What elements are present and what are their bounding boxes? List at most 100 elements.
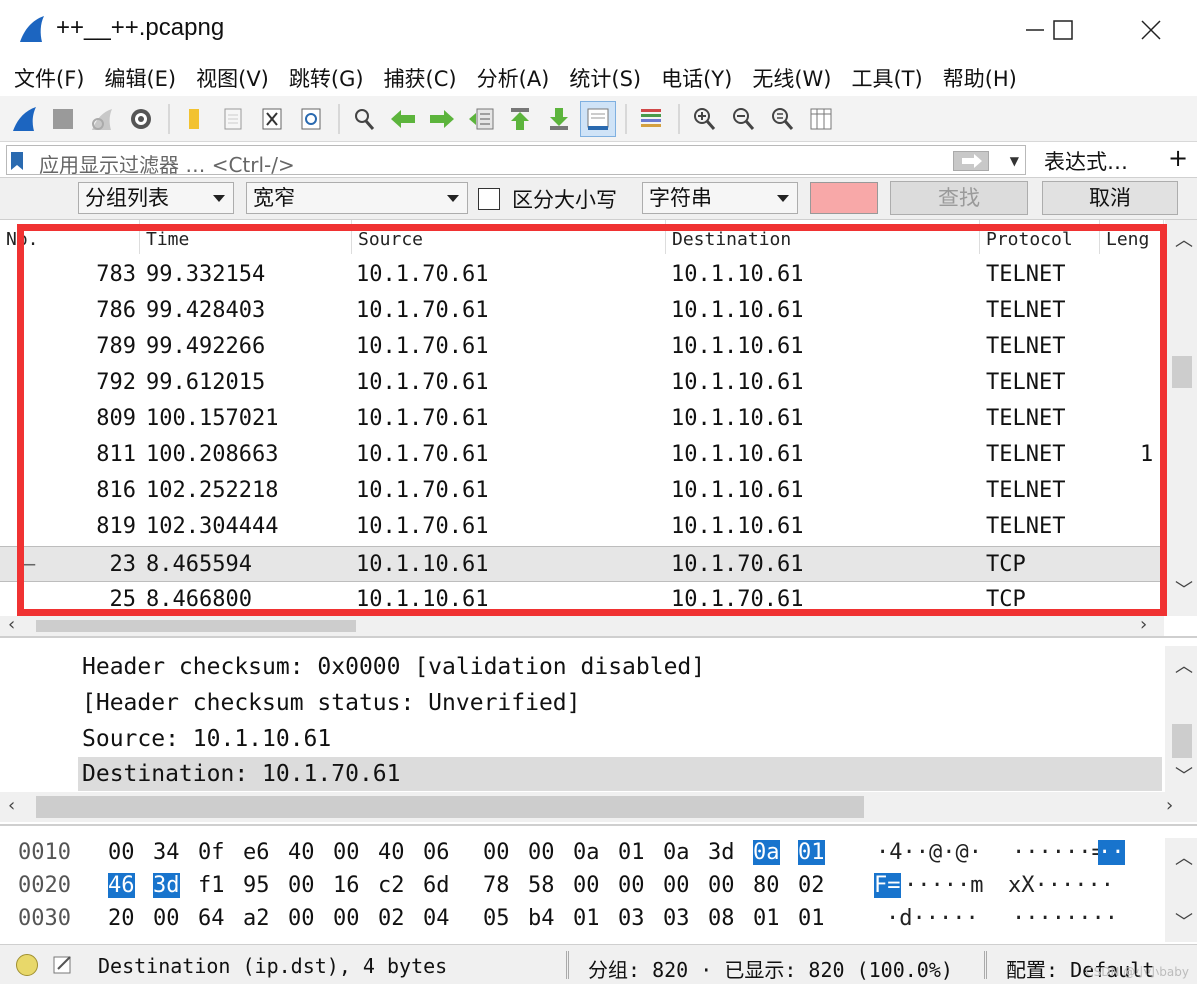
charset-select[interactable]: 宽窄 — [246, 182, 468, 214]
hex-byte[interactable]: 00 — [288, 873, 315, 898]
scroll-left-icon[interactable]: ‹ — [8, 795, 15, 816]
save-file-button[interactable] — [215, 101, 251, 137]
hex-byte[interactable]: 0a — [663, 840, 690, 865]
hex-byte[interactable]: 00 — [153, 906, 180, 931]
packet-row[interactable]: 819 102.304444 10.1.70.61 10.1.10.61 TEL… — [0, 509, 1164, 545]
details-horizontal-scrollbar[interactable]: ‹ › — [0, 792, 1197, 822]
scrollbar-thumb[interactable] — [1172, 724, 1192, 758]
hex-byte[interactable]: b4 — [528, 906, 555, 931]
scrollbar-thumb[interactable] — [36, 796, 864, 818]
hex-byte[interactable]: 58 — [528, 873, 555, 898]
menu-help[interactable]: 帮助(H) — [935, 63, 1025, 93]
hex-byte[interactable]: 03 — [663, 906, 690, 931]
scrollbar-thumb[interactable] — [36, 620, 356, 632]
menu-wireless[interactable]: 无线(W) — [744, 63, 839, 93]
autoscroll-toggle[interactable] — [580, 100, 616, 137]
hex-byte[interactable]: 3d — [708, 840, 735, 865]
hex-byte[interactable]: 20 — [108, 906, 135, 931]
scroll-right-icon[interactable]: › — [1140, 614, 1147, 635]
detail-destination[interactable]: Destination: 10.1.70.61 — [78, 757, 1162, 791]
packet-row[interactable]: 816 102.252218 10.1.70.61 10.1.10.61 TEL… — [0, 473, 1164, 509]
hex-byte[interactable]: 00 — [708, 873, 735, 898]
hex-byte-selected[interactable]: 01 — [798, 840, 825, 865]
reload-file-button[interactable] — [293, 101, 329, 137]
hex-byte[interactable]: 02 — [798, 873, 825, 898]
apply-filter-button[interactable] — [953, 151, 989, 171]
scroll-down-icon[interactable]: ﹀ — [1175, 762, 1193, 788]
hex-byte[interactable]: e6 — [243, 840, 270, 865]
start-capture-button[interactable] — [6, 101, 42, 137]
maximize-button[interactable] — [1040, 8, 1086, 52]
hex-byte[interactable]: 04 — [423, 906, 450, 931]
goto-packet-button[interactable] — [463, 101, 499, 137]
stop-capture-button[interactable] — [45, 101, 81, 137]
hex-byte-selected[interactable]: 0a — [753, 840, 780, 865]
scroll-left-icon[interactable]: ‹ — [8, 614, 15, 635]
scroll-right-icon[interactable]: › — [1166, 795, 1173, 816]
column-header-source[interactable]: Source — [352, 220, 666, 254]
hex-byte[interactable]: 01 — [618, 840, 645, 865]
hex-byte[interactable]: 00 — [333, 906, 360, 931]
hex-byte[interactable]: 08 — [708, 906, 735, 931]
scroll-up-icon[interactable]: ︿ — [1175, 844, 1193, 870]
search-type-select[interactable]: 字符串 — [642, 182, 798, 214]
packet-row[interactable]: 783 99.332154 10.1.70.61 10.1.10.61 TELN… — [0, 257, 1164, 293]
resize-columns-button[interactable] — [803, 101, 839, 137]
scroll-up-icon[interactable]: ︿ — [1175, 652, 1193, 678]
menu-statistics[interactable]: 统计(S) — [561, 63, 649, 93]
find-packet-button[interactable] — [346, 101, 382, 137]
detail-checksum-status[interactable]: [Header checksum status: Unverified] — [78, 686, 581, 720]
restart-capture-button[interactable] — [84, 101, 120, 137]
hex-byte[interactable]: 78 — [483, 873, 510, 898]
hex-byte[interactable]: 6d — [423, 873, 450, 898]
go-forward-button[interactable] — [424, 101, 460, 137]
hex-byte[interactable]: 00 — [573, 873, 600, 898]
open-file-button[interactable] — [176, 101, 212, 137]
column-header-no[interactable]: No. — [0, 220, 140, 254]
packet-row[interactable]: 786 99.428403 10.1.70.61 10.1.10.61 TELN… — [0, 293, 1164, 329]
hex-byte-selected[interactable]: 46 — [108, 873, 135, 898]
hex-byte[interactable]: 03 — [618, 906, 645, 931]
search-string-input[interactable] — [810, 182, 878, 214]
menu-analyze[interactable]: 分析(A) — [469, 63, 558, 93]
go-back-button[interactable] — [385, 101, 421, 137]
hex-byte[interactable]: 00 — [288, 906, 315, 931]
expression-button[interactable]: 表达式… — [1044, 146, 1128, 176]
hex-byte[interactable]: 05 — [483, 906, 510, 931]
hex-byte[interactable]: 40 — [378, 840, 405, 865]
column-header-length[interactable]: Leng — [1100, 220, 1164, 254]
packet-row[interactable]: 809 100.157021 10.1.70.61 10.1.10.61 TEL… — [0, 401, 1164, 437]
hex-byte[interactable]: 34 — [153, 840, 180, 865]
menu-tools[interactable]: 工具(T) — [843, 63, 930, 93]
hex-byte[interactable]: 01 — [573, 906, 600, 931]
packet-row[interactable]: 789 99.492266 10.1.70.61 10.1.10.61 TELN… — [0, 329, 1164, 365]
add-filter-button[interactable]: + — [1168, 144, 1188, 172]
detail-header-checksum[interactable]: Header checksum: 0x0000 [validation disa… — [78, 650, 705, 684]
hex-byte[interactable]: 02 — [378, 906, 405, 931]
hex-byte[interactable]: 64 — [198, 906, 225, 931]
scrollbar-thumb[interactable] — [1172, 356, 1192, 388]
hex-byte[interactable]: c2 — [378, 873, 405, 898]
details-vertical-scrollbar[interactable]: ︿ ﹀ — [1165, 646, 1197, 792]
zoom-out-button[interactable] — [725, 101, 761, 137]
scroll-up-icon[interactable]: ︿ — [1175, 226, 1193, 252]
filter-history-dropdown[interactable]: ▼ — [1010, 154, 1019, 168]
menu-view[interactable]: 视图(V) — [188, 63, 277, 93]
hex-byte[interactable]: 0a — [573, 840, 600, 865]
menu-capture[interactable]: 捕获(C) — [376, 63, 465, 93]
zoom-in-button[interactable] — [686, 101, 722, 137]
hex-byte[interactable]: 00 — [108, 840, 135, 865]
bytes-vertical-scrollbar[interactable]: ︿ ﹀ — [1165, 838, 1197, 942]
packet-row[interactable]: 25 8.466800 10.1.10.61 10.1.70.61 TCP — [0, 582, 1164, 618]
cancel-button[interactable]: 取消 — [1042, 181, 1178, 215]
packet-row-selected[interactable]: — 23 8.465594 10.1.10.61 10.1.70.61 TCP — [0, 546, 1164, 582]
hex-byte[interactable]: 00 — [618, 873, 645, 898]
detail-source[interactable]: Source: 10.1.10.61 — [78, 722, 331, 756]
hex-byte[interactable]: 80 — [753, 873, 780, 898]
colorize-button[interactable] — [633, 101, 669, 137]
display-filter-input[interactable]: 应用显示过滤器 … <Ctrl-/> ▼ — [6, 145, 1026, 177]
column-header-time[interactable]: Time — [140, 220, 352, 254]
search-scope-select[interactable]: 分组列表 — [78, 182, 234, 214]
hex-byte[interactable]: 06 — [423, 840, 450, 865]
hex-byte[interactable]: 16 — [333, 873, 360, 898]
